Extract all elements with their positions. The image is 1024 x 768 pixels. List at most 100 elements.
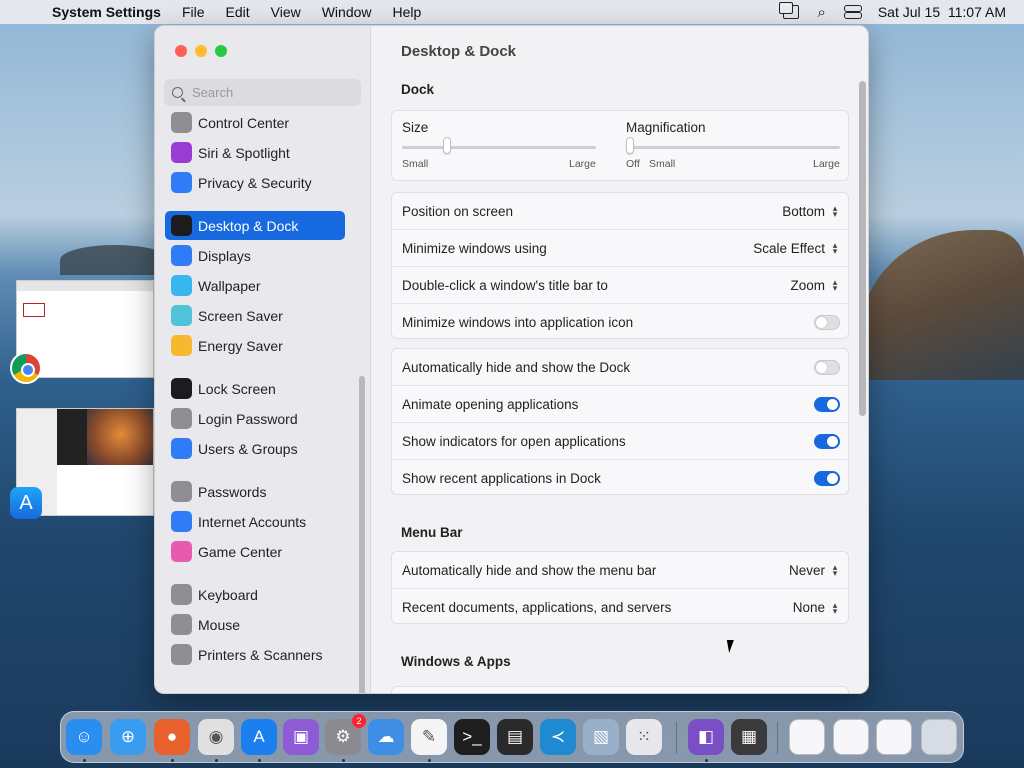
sidebar-item-energy-saver[interactable]: Energy Saver xyxy=(165,331,345,360)
setting-row-animate-opening-applications: Animate opening applications xyxy=(392,386,850,423)
minimize-windows-using-popup[interactable]: Scale Effect ▴ ▾ xyxy=(753,241,840,256)
sidebar-item-label: Desktop & Dock xyxy=(198,217,299,234)
setting-row-automatically-hide-and-show-the-menu-bar: Automatically hide and show the menu bar… xyxy=(392,552,850,589)
chevron-up-down-icon: ▴ ▾ xyxy=(832,240,838,256)
setting-label: Double-click a window's title bar to xyxy=(402,277,608,293)
position-on-screen-popup[interactable]: Bottom ▴ ▾ xyxy=(782,204,840,219)
menu-bar: System Settings File Edit View Window He… xyxy=(0,0,1024,24)
setting-label: Position on screen xyxy=(402,203,514,219)
dock-icon xyxy=(171,215,192,236)
sidebar-scrollbar[interactable] xyxy=(359,376,365,693)
sidebar-item-login-password[interactable]: Login Password xyxy=(165,404,345,433)
sidebar-item-wallpaper[interactable]: Wallpaper xyxy=(165,271,345,300)
magnification-slider-knob[interactable] xyxy=(626,137,634,154)
sidebar-item-mouse[interactable]: Mouse xyxy=(165,610,345,639)
magnification-slider-track[interactable] xyxy=(626,146,840,149)
launchpad-icon[interactable]: ⁙ xyxy=(626,719,662,755)
sidebar-item-users-groups[interactable]: Users & Groups xyxy=(165,434,345,463)
stage-manager-icon[interactable] xyxy=(779,2,800,19)
safari-icon[interactable]: ⊕ xyxy=(110,719,146,755)
show-indicators-for-open-applications-toggle[interactable] xyxy=(814,433,840,449)
spotlight-search-icon[interactable]: ⌕ xyxy=(817,4,825,21)
popup-value: Scale Effect xyxy=(753,240,825,256)
sidebar-item-printers-scanners[interactable]: Printers & Scanners xyxy=(165,640,345,669)
calculator-icon[interactable]: ▦ xyxy=(731,719,767,755)
setting-label: Automatically hide and show the Dock xyxy=(402,359,631,375)
sidebar-item-internet-accounts[interactable]: Internet Accounts xyxy=(165,507,345,536)
minimize-windows-into-application-icon-toggle[interactable] xyxy=(814,315,840,330)
vscode-icon[interactable]: ≺ xyxy=(540,719,576,755)
recent-window-1-icon[interactable] xyxy=(789,719,825,755)
mag-off-label: Off xyxy=(626,158,640,170)
setting-label: Recent documents, applications, and serv… xyxy=(402,600,672,615)
size-slider-knob[interactable] xyxy=(442,137,451,154)
zoom-button[interactable] xyxy=(215,45,227,57)
control-center-icon xyxy=(171,112,192,133)
search-field[interactable]: Search xyxy=(164,79,361,106)
sidebar-item-lock-screen[interactable]: Lock Screen xyxy=(165,374,345,403)
sidebar-item-desktop-dock[interactable]: Desktop & Dock xyxy=(165,211,345,240)
app-store-icon[interactable]: A xyxy=(241,719,277,755)
dock-settings-card-1: Position on screen Bottom ▴ ▾ Minimize windo… xyxy=(391,192,850,339)
chrome-app-badge-icon[interactable] xyxy=(10,352,42,384)
desktop-island-right xyxy=(860,230,1024,380)
podcasts-icon[interactable]: ▣ xyxy=(283,719,319,755)
console-icon[interactable]: ▤ xyxy=(497,719,533,755)
automatically-hide-and-show-the-menu-bar-popup[interactable]: Never ▴ ▾ xyxy=(789,563,840,578)
menu-clock[interactable]: Sat Jul 15 11:07 AM xyxy=(878,4,1006,20)
users-icon xyxy=(171,438,192,459)
content-pane: Desktop & Dock Dock Size Small Large Mag… xyxy=(371,26,868,693)
setting-row-double-click-a-window-s-title-bar-to: Double-click a window's title bar to Zoom… xyxy=(392,267,850,304)
finder-icon[interactable]: ☺ xyxy=(66,719,102,755)
terminal-icon[interactable]: >_ xyxy=(454,719,490,755)
double-click-a-window-s-title-bar-to-popup[interactable]: Zoom ▴ ▾ xyxy=(790,278,840,293)
menu-app-name[interactable]: System Settings xyxy=(52,4,161,20)
app-store-badge-icon[interactable]: A xyxy=(10,487,42,519)
menu-view[interactable]: View xyxy=(271,4,301,20)
menu-file[interactable]: File xyxy=(182,4,205,20)
dock: ☺ ⊕ ● ◉ A ▣ ⚙ 2 ☁ ✎ >_ ▤ ≺ ▧ ⁙ ◧ ▦ xyxy=(60,711,964,763)
chrome-icon[interactable]: ◉ xyxy=(198,719,234,755)
wallpaper-icon xyxy=(171,275,192,296)
sidebar-item-game-center[interactable]: Game Center xyxy=(165,537,345,566)
sidebar-item-keyboard[interactable]: Keyboard xyxy=(165,580,345,609)
sidebar-item-displays[interactable]: Displays xyxy=(165,241,345,270)
textedit-icon[interactable]: ✎ xyxy=(411,719,447,755)
sun-icon xyxy=(171,245,192,266)
sidebar-item-label: Energy Saver xyxy=(198,337,283,354)
show-recent-applications-in-dock-toggle[interactable] xyxy=(814,471,840,486)
preview-icon[interactable]: ▧ xyxy=(583,719,619,755)
automatically-hide-and-show-the-dock-toggle[interactable] xyxy=(814,359,840,375)
content-scrollbar[interactable] xyxy=(859,81,866,416)
recent-documents-applications-and-servers-popup[interactable]: None ▴ ▾ xyxy=(793,600,840,615)
setting-row-recent-documents-applications-and-servers: Recent documents, applications, and serv… xyxy=(392,589,850,626)
sidebar-item-control-center[interactable]: Control Center xyxy=(165,112,345,137)
menu-window[interactable]: Window xyxy=(322,4,372,20)
firefox-icon[interactable]: ● xyxy=(154,719,190,755)
sidebar-item-screen-saver[interactable]: Screen Saver xyxy=(165,301,345,330)
sidebar-item-privacy-security[interactable]: Privacy & Security xyxy=(165,168,345,197)
sidebar-item-label: Privacy & Security xyxy=(198,174,312,191)
control-center-menu-icon[interactable] xyxy=(843,5,862,19)
system-settings-icon[interactable]: ⚙ 2 xyxy=(325,714,366,755)
size-slider-track[interactable] xyxy=(402,146,596,149)
sidebar-item-siri-spotlight[interactable]: Siri & Spotlight xyxy=(165,138,345,167)
minimize-button[interactable] xyxy=(195,45,207,57)
recent-window-3-icon[interactable] xyxy=(876,719,912,755)
close-button[interactable] xyxy=(175,45,187,57)
menu-edit[interactable]: Edit xyxy=(226,4,250,20)
chevron-up-down-icon: ▴ ▾ xyxy=(832,599,838,616)
sidebar-item-label: Login Password xyxy=(198,410,298,427)
visual-studio-icon[interactable]: ◧ xyxy=(688,719,724,755)
game-center-icon xyxy=(171,541,192,562)
sidebar-item-passwords[interactable]: Passwords xyxy=(165,477,345,506)
trash-icon[interactable] xyxy=(921,719,957,755)
recent-window-2-icon[interactable] xyxy=(833,719,869,755)
mag-small-label: Small xyxy=(649,158,676,170)
weather-icon[interactable]: ☁ xyxy=(368,719,404,755)
screen-saver-icon xyxy=(171,305,192,326)
sidebar-item-label: Game Center xyxy=(198,543,283,560)
menu-help[interactable]: Help xyxy=(393,4,422,20)
animate-opening-applications-toggle[interactable] xyxy=(814,396,840,412)
printer-icon xyxy=(171,644,192,665)
